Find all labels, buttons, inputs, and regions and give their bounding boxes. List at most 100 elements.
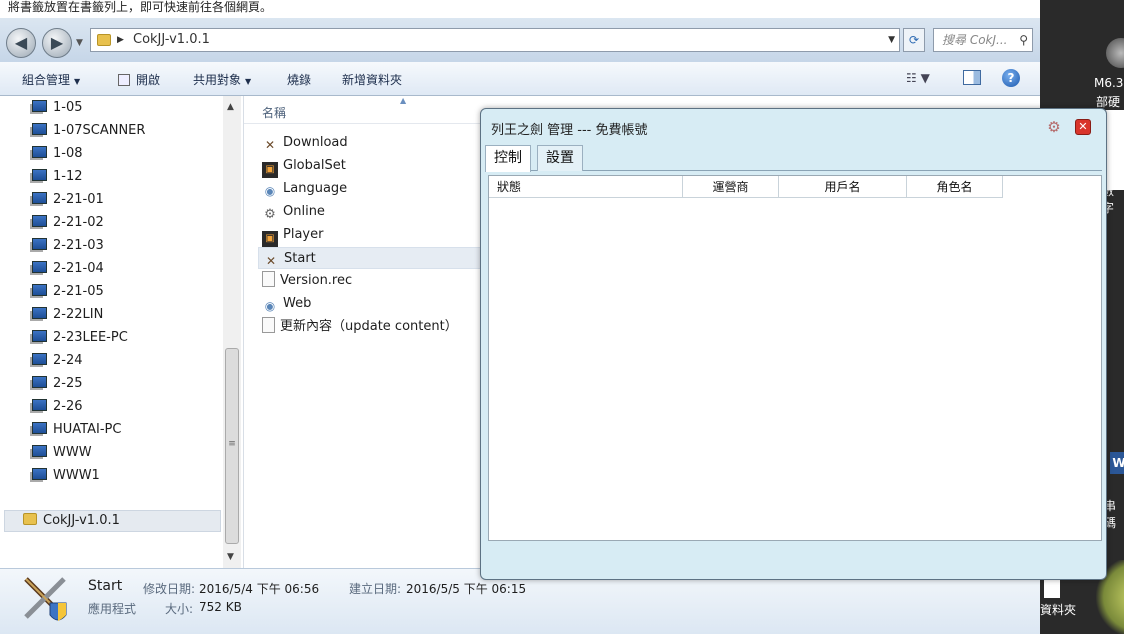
computer-icon <box>32 215 47 227</box>
computer-icon <box>32 376 47 388</box>
nav-scrollbar[interactable]: ▲ ≡ ▼ <box>223 96 241 568</box>
detail-file-type: 應用程式 <box>88 602 137 616</box>
file-name: Player <box>283 227 324 242</box>
forward-button[interactable]: ▶ <box>42 28 72 58</box>
desktop-item[interactable] <box>1104 110 1124 190</box>
document-icon <box>262 271 275 287</box>
gear-icon[interactable]: ⚙ <box>1045 118 1063 136</box>
file-row[interactable]: ◉ Web <box>258 293 482 315</box>
file-row[interactable]: ▣ GlobalSet <box>258 155 482 178</box>
scroll-up-icon[interactable]: ▲ <box>227 102 234 112</box>
disc-icon[interactable] <box>1106 38 1124 68</box>
dialog-footer <box>485 543 1102 577</box>
dat-icon: ▣ <box>262 231 278 247</box>
nav-item-label: 2-21-02 <box>53 215 104 230</box>
nav-item-label: 1-05 <box>53 100 83 115</box>
preview-pane-icon[interactable] <box>963 70 981 85</box>
back-button[interactable]: ◀ <box>6 28 36 58</box>
nav-computer-item[interactable]: 2-24 <box>32 350 83 372</box>
bookmark-hint: 將書籤放置在書籤列上，即可快速前往各個網頁。 <box>0 0 1040 18</box>
file-name: Language <box>283 181 348 196</box>
history-dropdown-icon[interactable]: ▼ <box>76 38 83 48</box>
nav-computer-item[interactable]: WWW <box>32 442 92 464</box>
nav-computer-item[interactable]: 2-21-04 <box>32 258 104 280</box>
nav-computer-item[interactable]: 2-25 <box>32 373 83 395</box>
nav-computer-item[interactable]: WWW1 <box>32 465 100 487</box>
nav-computer-item[interactable]: 2-21-02 <box>32 212 104 234</box>
nav-item-label: 1-12 <box>53 169 83 184</box>
computer-icon <box>32 422 47 434</box>
share-button[interactable]: 共用對象 ▼ <box>193 71 251 88</box>
file-row[interactable]: ✕ Start <box>258 247 482 269</box>
column-username[interactable]: 用戶名 <box>779 176 907 198</box>
nav-computer-item[interactable]: 2-26 <box>32 396 83 418</box>
nav-item-label: 2-24 <box>53 353 83 368</box>
computer-icon <box>32 468 47 480</box>
account-table: 狀態 運營商 用戶名 角色名 <box>488 175 1102 541</box>
file-name: 更新內容（update content） <box>280 319 458 334</box>
nav-item-label: WWW <box>53 445 92 460</box>
nav-computer-item[interactable]: 2-21-03 <box>32 235 104 257</box>
nav-computer-item[interactable]: 2-21-05 <box>32 281 104 303</box>
refresh-button[interactable]: ⟳ <box>903 28 925 52</box>
file-name: Download <box>283 135 348 150</box>
view-options-icon[interactable]: ☷ ▼ <box>906 71 930 85</box>
scroll-down-icon[interactable]: ▼ <box>227 552 234 562</box>
column-status[interactable]: 狀態 <box>489 176 683 198</box>
nav-item-label: 1-07SCANNER <box>53 123 146 138</box>
help-icon[interactable]: ? <box>1002 69 1020 87</box>
computer-icon <box>32 284 47 296</box>
column-operator[interactable]: 運營商 <box>683 176 779 198</box>
nav-computer-item[interactable]: 2-22LIN <box>32 304 103 326</box>
close-icon[interactable]: ✕ <box>1075 119 1091 135</box>
folder-icon <box>23 513 37 525</box>
address-bar[interactable]: ▶ CokJJ-v1.0.1 ▼ <box>90 28 900 52</box>
nav-item-label: 2-21-04 <box>53 261 104 276</box>
file-icon[interactable] <box>1044 578 1060 598</box>
file-row[interactable]: ▣ Player <box>258 224 482 247</box>
file-row[interactable]: ✕ Download <box>258 132 482 154</box>
search-input[interactable]: 搜尋 CokJ... ⚲ <box>933 28 1033 52</box>
word-icon[interactable]: W <box>1110 452 1124 474</box>
burn-button[interactable]: 燒錄 <box>287 71 311 88</box>
nav-item-label: WWW1 <box>53 468 100 483</box>
detail-file-name: Start <box>88 578 123 594</box>
folder-icon <box>97 34 111 46</box>
file-row[interactable]: ⚙ Online <box>258 201 482 223</box>
size-label: 大小: <box>165 602 194 616</box>
tab-control[interactable]: 控制 <box>485 145 531 172</box>
open-icon <box>118 74 130 86</box>
breadcrumb-folder[interactable]: CokJJ-v1.0.1 <box>133 32 210 47</box>
open-button[interactable]: 開啟 <box>118 71 160 88</box>
nav-folder-item[interactable]: CokJJ-v1.0.1 <box>4 510 221 532</box>
column-name-header[interactable]: 名稱 <box>262 104 286 121</box>
computer-icon <box>32 261 47 273</box>
nav-computer-item[interactable]: HUATAI-PC <box>32 419 121 441</box>
search-icon[interactable]: ⚲ <box>1019 29 1028 51</box>
document-icon <box>262 317 275 333</box>
file-row[interactable]: ◉ Language <box>258 178 482 200</box>
breadcrumb-arrow-icon[interactable]: ▶ <box>117 29 124 51</box>
file-name: Version.rec <box>280 273 353 288</box>
new-folder-button[interactable]: 新增資料夾 <box>342 71 402 88</box>
nav-item-label: 2-26 <box>53 399 83 414</box>
scroll-thumb[interactable]: ≡ <box>225 348 239 544</box>
tab-settings[interactable]: 設置 <box>537 145 583 171</box>
nav-computer-item[interactable]: 2-21-01 <box>32 189 104 211</box>
search-placeholder: 搜尋 CokJ... <box>942 33 1008 47</box>
file-name: GlobalSet <box>283 158 346 173</box>
nav-computer-item[interactable]: 1-08 <box>32 143 83 165</box>
nav-computer-item[interactable]: 1-07SCANNER <box>32 120 145 142</box>
nav-item-label: 2-21-01 <box>53 192 104 207</box>
nav-computer-item[interactable]: 1-12 <box>32 166 83 188</box>
computer-icon <box>32 192 47 204</box>
nav-computer-item[interactable]: 1-05 <box>32 97 83 119</box>
nav-computer-item[interactable]: 2-23LEE-PC <box>32 327 128 349</box>
address-dropdown-icon[interactable]: ▼ <box>888 29 895 51</box>
column-character[interactable]: 角色名 <box>907 176 1003 198</box>
file-row[interactable]: 更新內容（update content） <box>258 316 482 338</box>
file-row[interactable]: Version.rec <box>258 270 482 292</box>
computer-icon <box>32 353 47 365</box>
organize-button[interactable]: 組合管理 ▼ <box>22 71 80 88</box>
computer-icon <box>32 146 47 158</box>
